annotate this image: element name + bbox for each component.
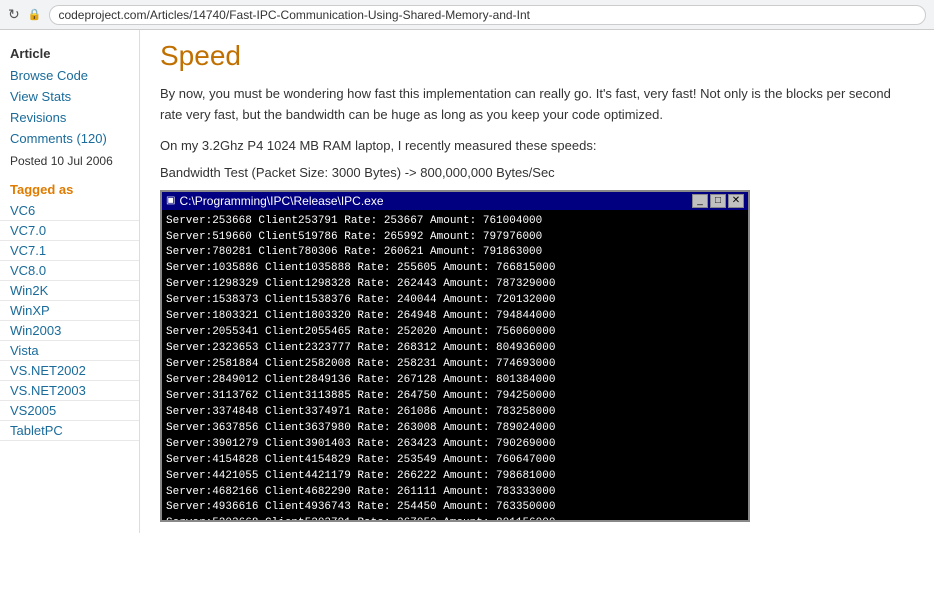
cmd-restore-button[interactable]: □ (710, 194, 726, 208)
sidebar-posted: Posted 10 Jul 2006 (0, 149, 139, 174)
cmd-controls: _ □ ✕ (692, 194, 744, 208)
cmd-window: ▣ C:\Programming\IPC\Release\IPC.exe _ □… (160, 190, 750, 522)
cmd-line: Server:1538373 Client1538376 Rate: 24004… (166, 293, 744, 309)
cmd-line: Server:4936616 Client4936743 Rate: 25445… (166, 500, 744, 516)
cmd-minimize-button[interactable]: _ (692, 194, 708, 208)
cmd-line: Server:1298329 Client1298328 Rate: 26244… (166, 277, 744, 293)
cmd-line: Server:3113762 Client3113885 Rate: 26475… (166, 389, 744, 405)
sidebar: Article Browse Code View Stats Revisions… (0, 30, 140, 533)
cmd-close-button[interactable]: ✕ (728, 194, 744, 208)
sidebar-tag-win2003[interactable]: Win2003 (0, 321, 139, 341)
main-content: Speed By now, you must be wondering how … (140, 30, 934, 533)
cmd-line: Server:780281 Client780306 Rate: 260621 … (166, 245, 744, 261)
cmd-line: Server:4682166 Client4682290 Rate: 26111… (166, 485, 744, 501)
sidebar-tag-vsnet2002[interactable]: VS.NET2002 (0, 361, 139, 381)
sidebar-tag-vc71[interactable]: VC7.1 (0, 241, 139, 261)
sidebar-link-view-stats[interactable]: View Stats (0, 86, 139, 107)
cmd-line: Server:5203668 Client5203791 Rate: 26705… (166, 516, 744, 519)
cmd-line: Server:4421055 Client4421179 Rate: 26622… (166, 469, 744, 485)
cmd-line: Server:2849012 Client2849136 Rate: 26712… (166, 373, 744, 389)
cmd-line: Server:4154828 Client4154829 Rate: 25354… (166, 453, 744, 469)
cmd-body[interactable]: Server:253668 Client253791 Rate: 253667 … (162, 210, 748, 520)
cmd-line: Server:2055341 Client2055465 Rate: 25202… (166, 325, 744, 341)
sidebar-link-revisions[interactable]: Revisions (0, 107, 139, 128)
cmd-line: Server:1803321 Client1803320 Rate: 26494… (166, 309, 744, 325)
refresh-icon[interactable]: ↻ (8, 6, 20, 23)
intro-text: By now, you must be wondering how fast t… (160, 84, 914, 126)
sidebar-tag-vc80[interactable]: VC8.0 (0, 261, 139, 281)
cmd-line: Server:519660 Client519786 Rate: 265992 … (166, 230, 744, 246)
cmd-line: Server:1035886 Client1035888 Rate: 25560… (166, 261, 744, 277)
speed-note: On my 3.2Ghz P4 1024 MB RAM laptop, I re… (160, 138, 914, 153)
cmd-line: Server:3374848 Client3374971 Rate: 26108… (166, 405, 744, 421)
lock-icon: 🔒 (28, 8, 42, 21)
sidebar-link-comments[interactable]: Comments (120) (0, 128, 139, 149)
sidebar-tag-winxp[interactable]: WinXP (0, 301, 139, 321)
cmd-title: C:\Programming\IPC\Release\IPC.exe (179, 194, 383, 208)
browser-bar: ↻ 🔒 codeproject.com/Articles/14740/Fast-… (0, 0, 934, 30)
cmd-line: Server:2581884 Client2582008 Rate: 25823… (166, 357, 744, 373)
sidebar-article-title: Article (0, 40, 139, 65)
cmd-line: Server:3901279 Client3901403 Rate: 26342… (166, 437, 744, 453)
cmd-titlebar-left: ▣ C:\Programming\IPC\Release\IPC.exe (166, 194, 384, 208)
url-bar[interactable]: codeproject.com/Articles/14740/Fast-IPC-… (49, 5, 926, 25)
cmd-line: Server:2323653 Client2323777 Rate: 26831… (166, 341, 744, 357)
sidebar-tagged-title: Tagged as (0, 174, 139, 201)
sidebar-link-browse-code[interactable]: Browse Code (0, 65, 139, 86)
cmd-app-icon: ▣ (166, 195, 175, 206)
sidebar-tag-win2k[interactable]: Win2K (0, 281, 139, 301)
cmd-titlebar: ▣ C:\Programming\IPC\Release\IPC.exe _ □… (162, 192, 748, 210)
page-layout: Article Browse Code View Stats Revisions… (0, 30, 934, 533)
sidebar-tag-vsnet2003[interactable]: VS.NET2003 (0, 381, 139, 401)
page-title: Speed (160, 40, 914, 72)
bandwidth-note: Bandwidth Test (Packet Size: 3000 Bytes)… (160, 165, 914, 180)
sidebar-tag-vc70[interactable]: VC7.0 (0, 221, 139, 241)
sidebar-tag-tabletpc[interactable]: TabletPC (0, 421, 139, 441)
cmd-line: Server:253668 Client253791 Rate: 253667 … (166, 214, 744, 230)
sidebar-tag-vc6[interactable]: VC6 (0, 201, 139, 221)
sidebar-tag-vista[interactable]: Vista (0, 341, 139, 361)
sidebar-tag-vs2005[interactable]: VS2005 (0, 401, 139, 421)
cmd-line: Server:3637856 Client3637980 Rate: 26300… (166, 421, 744, 437)
